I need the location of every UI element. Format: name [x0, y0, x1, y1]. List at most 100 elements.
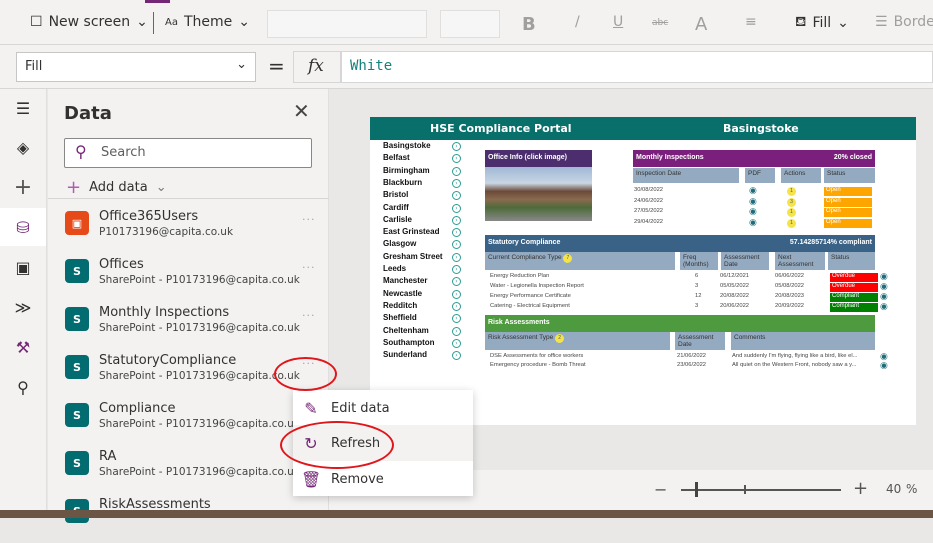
city-link[interactable]: Newcastle [383, 289, 422, 298]
status-badge: Open [824, 197, 872, 207]
layers-icon[interactable]: ◈ [0, 128, 46, 166]
more-options-button[interactable]: ··· [302, 357, 316, 370]
theme-button[interactable]: Aa Theme ⌄ [165, 14, 250, 30]
more-options-button[interactable]: ··· [302, 213, 316, 226]
view-icon[interactable]: ◉ [749, 206, 757, 217]
align-button[interactable]: ≡ [745, 14, 757, 30]
chevron-right-circle-icon[interactable]: › [452, 215, 461, 225]
border-label: Borde [893, 14, 933, 30]
inspection-date: 27/05/2022 [634, 208, 664, 214]
office-info-panel[interactable]: Office Info (click image) [485, 150, 592, 221]
frequency: 3 [695, 283, 699, 289]
font-size-dropdown[interactable] [440, 10, 500, 38]
city-link[interactable]: Sheffield [383, 313, 417, 322]
chevron-right-circle-icon[interactable]: › [452, 265, 461, 274]
chevron-right-circle-icon[interactable]: › [452, 289, 461, 299]
plus-icon[interactable]: + [0, 168, 46, 206]
menu-item-edit-data[interactable]: ✎ Edit data [293, 390, 473, 426]
next-assessment: 05/08/2022 [775, 283, 805, 289]
city-link[interactable]: Basingstoke [383, 141, 431, 150]
zoom-default-tick [744, 485, 746, 494]
city-link[interactable]: Cheltenham [383, 326, 429, 335]
view-icon[interactable]: ◉ [749, 196, 757, 207]
city-link[interactable]: Carlisle [383, 215, 412, 224]
data-source-item[interactable]: S Offices SharePoint - P10173196@capita.co… [65, 257, 325, 303]
city-link[interactable]: Gresham Street [383, 252, 443, 261]
city-link[interactable]: Cardiff [383, 203, 409, 212]
office-photo[interactable] [485, 167, 592, 221]
media-icon[interactable]: ▣ [0, 248, 46, 286]
view-icon[interactable]: ◉ [880, 360, 888, 371]
chevron-right-circle-icon[interactable]: › [452, 203, 461, 213]
chevron-right-circle-icon[interactable]: › [452, 351, 461, 361]
font-dropdown[interactable] [267, 10, 427, 38]
city-link[interactable]: Leeds [383, 264, 406, 273]
bold-button[interactable]: B [522, 14, 536, 35]
chevron-right-circle-icon[interactable]: › [452, 166, 461, 176]
view-icon[interactable]: ◉ [749, 185, 757, 196]
data-source-item[interactable]: SRiskAssessments [65, 497, 325, 543]
city-link[interactable]: Glasgow [383, 239, 416, 248]
database-icon[interactable]: ⛁ [0, 208, 46, 246]
underline-button[interactable]: U [613, 14, 623, 30]
italic-button[interactable]: / [575, 14, 580, 30]
city-link[interactable]: Southampton [383, 338, 435, 347]
chevron-right-circle-icon[interactable]: › [452, 301, 461, 311]
city-link[interactable]: Sunderland [383, 350, 427, 359]
chevron-right-circle-icon[interactable]: › [452, 154, 461, 164]
tools-icon[interactable]: ⚒ [0, 328, 46, 366]
more-options-button[interactable]: ··· [302, 309, 316, 322]
font-color-button[interactable]: A [695, 14, 707, 35]
city-link[interactable]: Birmingham [383, 166, 430, 175]
data-source-item[interactable]: S Monthly Inspections SharePoint - P101731… [65, 305, 325, 351]
border-button[interactable]: ☰ Borde [875, 14, 933, 30]
city-link[interactable]: East Grinstead [383, 227, 439, 236]
search-icon[interactable]: ⚲ [0, 368, 46, 406]
city-link[interactable]: Bristol [383, 190, 408, 199]
data-source-item[interactable]: S Compliance SharePoint - P10173196@capita… [65, 401, 325, 447]
menu-item-remove[interactable]: 🗑 Remove [293, 461, 473, 497]
city-link[interactable]: Redditch [383, 301, 417, 310]
paint-bucket-icon: ⛾ [795, 14, 807, 30]
app-title: HSE Compliance Portal [430, 122, 572, 135]
add-data-button[interactable]: + Add data ⌄ [66, 177, 167, 198]
chevron-right-circle-icon[interactable]: › [452, 252, 461, 262]
chevron-right-circle-icon[interactable]: › [452, 178, 461, 188]
new-screen-button[interactable]: ☐ New screen ⌄ [30, 14, 148, 30]
chevron-right-circle-icon[interactable]: › [452, 228, 461, 238]
property-dropdown[interactable]: Fill ⌄ [16, 52, 256, 82]
view-icon[interactable]: ◉ [749, 217, 757, 228]
data-source-item[interactable]: SRASharePoint - P10173196@capita.co.uk··… [65, 449, 325, 495]
refresh-icon: ↻ [304, 433, 318, 453]
city-link[interactable]: Manchester [383, 276, 427, 285]
fx-button[interactable]: fx [293, 51, 341, 83]
hamburger-icon[interactable]: ☰ [0, 89, 46, 127]
formula-input[interactable]: White [341, 51, 933, 83]
view-icon[interactable]: ◉ [880, 301, 888, 312]
zoom-slider[interactable] [681, 489, 841, 491]
chevron-right-circle-icon[interactable]: › [452, 314, 461, 324]
chevron-right-circle-icon[interactable]: › [452, 326, 461, 336]
data-source-item[interactable]: ▣ Office365Users P10173196@capita.co.uk ··· [65, 209, 325, 255]
chevron-right-circle-icon[interactable]: › [452, 191, 461, 201]
city-link[interactable]: Blackburn [383, 178, 422, 187]
menu-item-refresh[interactable]: ↻ Refresh [293, 425, 473, 461]
search-input[interactable]: ⚲ Search [64, 138, 312, 168]
more-options-button[interactable]: ··· [302, 261, 316, 274]
column-header: Comments [731, 332, 875, 350]
chevron-right-circle-icon[interactable]: › [452, 142, 461, 151]
zoom-in-button[interactable]: + [853, 478, 868, 499]
strikethrough-button[interactable]: abc [652, 18, 668, 28]
city-link[interactable]: Belfast [383, 153, 410, 162]
data-source-item[interactable]: S StatutoryCompliance SharePoint - P101731… [65, 353, 325, 399]
zoom-out-button[interactable]: − [654, 480, 667, 499]
close-icon[interactable]: ✕ [293, 99, 310, 123]
chevron-right-circle-icon[interactable]: › [452, 277, 461, 287]
fill-button[interactable]: ⛾ Fill ⌄ [795, 14, 849, 32]
chevron-right-circle-icon[interactable]: › [452, 240, 461, 250]
chevron-right-circle-icon[interactable]: › [452, 338, 461, 348]
location-title: Basingstoke [723, 122, 799, 135]
zoom-slider-thumb[interactable] [695, 482, 699, 497]
status-badge: Open [824, 187, 872, 196]
power-automate-icon[interactable]: ≫ [0, 288, 46, 326]
